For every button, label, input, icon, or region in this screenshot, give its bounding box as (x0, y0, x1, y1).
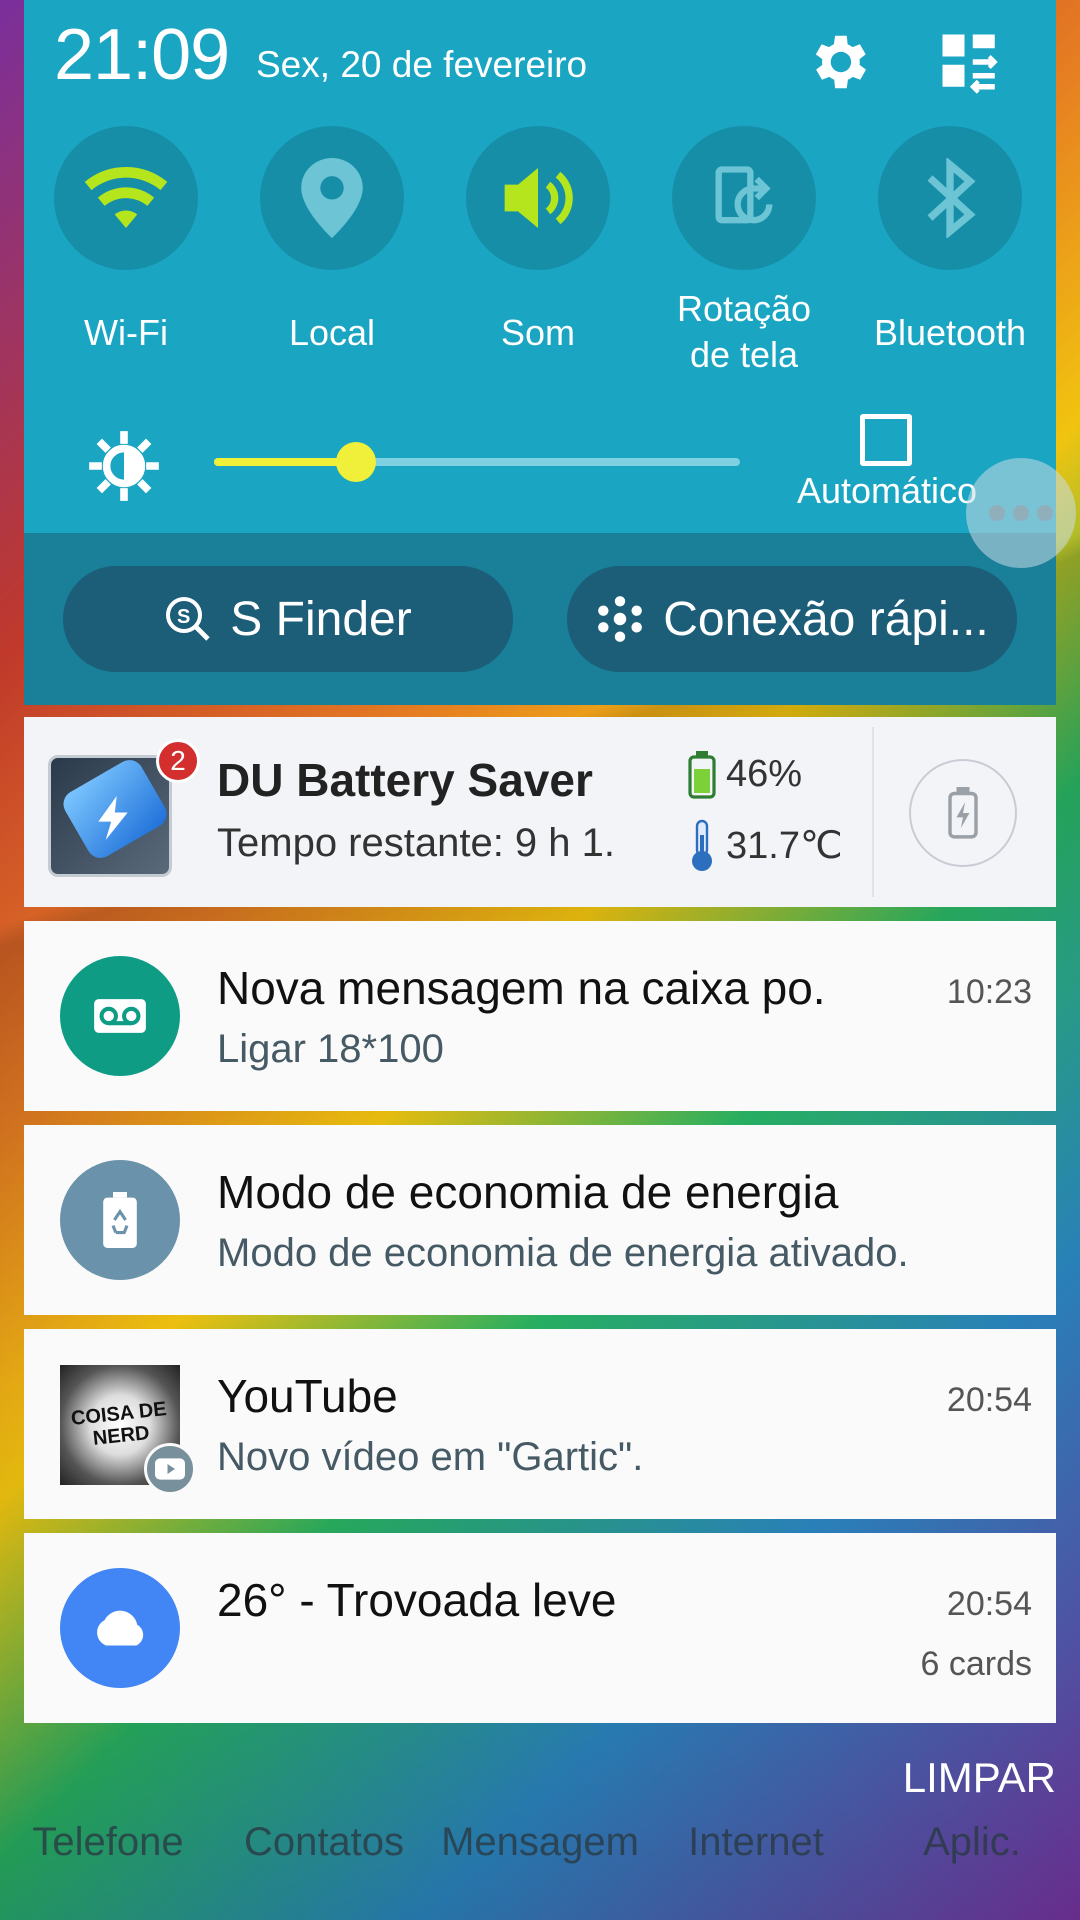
du-battery-remaining-time: Tempo restante: 9 h 1. (217, 821, 616, 865)
location-toggle[interactable] (260, 126, 404, 270)
notification-count-badge: 2 (156, 739, 200, 783)
more-dot (989, 505, 1005, 521)
battery-percentage: 46% (726, 753, 803, 795)
floating-more-button[interactable] (966, 458, 1076, 568)
brightness-slider[interactable] (214, 442, 740, 482)
thermometer-icon (692, 819, 712, 871)
grid-edit-icon (942, 34, 998, 94)
weather-cards-count: 6 cards (920, 1645, 1033, 1683)
power-saving-text: Modo de economia de energia ativado. (217, 1231, 909, 1275)
du-battery-app-icon (48, 755, 172, 877)
youtube-badge (144, 1443, 196, 1495)
brightness-slider-thumb[interactable] (336, 442, 377, 482)
du-divider (872, 727, 874, 897)
du-battery-title: DU Battery Saver (217, 754, 593, 806)
youtube-notification[interactable]: COISA DE NERD YouTube Novo vídeo em "Gar… (24, 1329, 1056, 1519)
sound-icon (504, 168, 573, 228)
voicemail-icon (94, 999, 146, 1033)
clear-all-button[interactable]: LIMPAR (903, 1754, 1056, 1802)
location-icon (301, 158, 363, 238)
sound-label: Som (500, 312, 576, 353)
youtube-text: Novo vídeo em "Gartic". (217, 1435, 644, 1479)
dock-label-phone[interactable]: Telefone (8, 1820, 208, 1865)
voicemail-time: 10:23 (946, 973, 1032, 1011)
voicemail-title: Nova mensagem na caixa po. (217, 962, 826, 1014)
rotation-label-line1: Rotação (676, 288, 812, 329)
more-dot (1013, 505, 1029, 521)
battery-boost-button[interactable] (909, 759, 1017, 867)
weather-app-icon (60, 1568, 180, 1688)
dock-label-contacts[interactable]: Contatos (224, 1820, 424, 1865)
dock-label-internet[interactable]: Internet (656, 1820, 856, 1865)
quick-connect-button[interactable]: Conexão rápi... (567, 566, 1017, 672)
youtube-time: 20:54 (946, 1381, 1032, 1419)
more-dot (1037, 505, 1053, 521)
weather-time: 20:54 (946, 1585, 1032, 1623)
wifi-icon (84, 166, 168, 228)
quick-connect-icon (598, 596, 643, 642)
weather-title: 26° - Trovoada leve (217, 1574, 617, 1626)
dock-label-apps[interactable]: Aplic. (872, 1820, 1072, 1865)
edit-tiles-button[interactable] (930, 22, 1010, 102)
date: Sex, 20 de fevereiro (256, 44, 588, 85)
youtube-title: YouTube (217, 1370, 398, 1422)
rotation-toggle[interactable] (672, 126, 816, 270)
du-battery-notification[interactable]: 2 DU Battery Saver Tempo restante: 9 h 1… (24, 717, 1056, 907)
power-saving-app-icon (60, 1160, 180, 1280)
dock-label-messages[interactable]: Mensagem (440, 1820, 640, 1865)
weather-notification[interactable]: 26° - Trovoada leve 20:54 6 cards (24, 1533, 1056, 1723)
clock: 21:09 (54, 15, 230, 95)
bluetooth-label: Bluetooth (873, 312, 1027, 353)
auto-brightness-checkbox[interactable] (860, 414, 912, 466)
s-finder-button[interactable]: S S Finder (63, 566, 513, 672)
wifi-label: Wi-Fi (84, 312, 168, 353)
bluetooth-toggle[interactable] (878, 126, 1022, 270)
settings-button[interactable] (798, 22, 878, 102)
rotation-icon (715, 166, 773, 224)
rotation-label: Rotação de tela (644, 286, 844, 378)
battery-level-icon (688, 751, 716, 799)
voicemail-text: Ligar 18*100 (217, 1027, 444, 1071)
wifi-toggle[interactable] (54, 126, 198, 270)
youtube-play-icon (155, 1458, 185, 1480)
s-finder-label: S Finder (230, 592, 412, 646)
voicemail-notification[interactable]: Nova mensagem na caixa po. Ligar 18*100 … (24, 921, 1056, 1111)
rotation-label-line2: de tela (689, 334, 799, 375)
gear-icon (815, 35, 866, 89)
brightness-icon (86, 428, 162, 509)
battery-recycle-icon (103, 1192, 137, 1248)
svg-text:S: S (177, 606, 190, 628)
sound-toggle[interactable] (466, 126, 610, 270)
cloud-icon (97, 1610, 144, 1646)
brightness-slider-fill (214, 458, 357, 466)
power-saving-title: Modo de economia de energia (217, 1166, 839, 1218)
s-finder-icon: S (166, 597, 210, 641)
charging-battery-icon (948, 787, 978, 839)
location-label: Local (288, 312, 376, 353)
power-saving-notification[interactable]: Modo de economia de energia Modo de econ… (24, 1125, 1056, 1315)
quick-connect-label: Conexão rápi... (663, 592, 989, 646)
bluetooth-icon (927, 158, 976, 238)
voicemail-app-icon (60, 956, 180, 1076)
battery-temperature: 31.7℃ (726, 825, 843, 867)
